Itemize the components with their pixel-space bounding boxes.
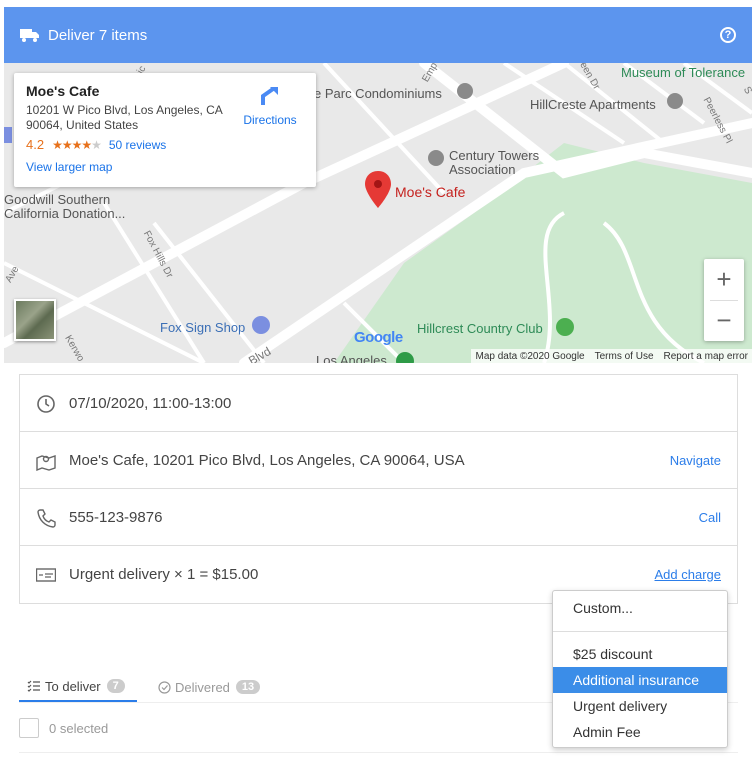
google-logo: Google [354, 329, 403, 346]
navigate-link[interactable]: Navigate [670, 453, 721, 468]
call-link[interactable]: Call [699, 510, 721, 525]
map-label-hillcreste: HillCreste Apartments [530, 97, 656, 112]
add-charge-link[interactable]: Add charge [655, 567, 722, 582]
header-bar: Deliver 7 items ? [4, 7, 752, 63]
zoom-controls: + − [704, 259, 744, 341]
map-label-fox-sign-shop: Fox Sign Shop [160, 320, 246, 335]
reviews-link[interactable]: 50 reviews [109, 138, 166, 152]
phone-text: 555-123-9876 [69, 508, 163, 526]
menu-item-25-discount[interactable]: $25 discount [553, 641, 727, 667]
menu-divider [553, 631, 727, 632]
map-label-museum: Museum of Tolerance [621, 65, 746, 80]
view-larger-map-link[interactable]: View larger map [26, 160, 304, 174]
map-label-moes-cafe: Moe's Cafe [395, 184, 466, 200]
select-all-checkbox[interactable] [19, 718, 39, 738]
map-data-text: Map data ©2020 Google [475, 350, 585, 362]
directions-button[interactable]: Directions [240, 85, 300, 127]
page-title: Deliver 7 items [48, 26, 148, 44]
map-label-century-1: Century Towers [449, 148, 540, 163]
datetime-text: 07/10/2020, 11:00-13:00 [69, 394, 232, 412]
map-pin-icon [36, 455, 56, 471]
help-circle-icon[interactable]: ? [720, 27, 736, 43]
menu-item-additional-insurance[interactable]: Additional insurance [553, 667, 727, 693]
check-icon [36, 568, 56, 582]
map-label-los-angeles: Los Angeles [316, 353, 387, 363]
delivery-details: 07/10/2020, 11:00-13:00 Moe's Cafe, 1020… [19, 374, 738, 604]
map[interactable]: Museum of Tolerance e Parc Condominiums … [4, 63, 752, 363]
page: Deliver 7 items ? Museum of Tolerance e … [0, 0, 756, 760]
clock-icon [37, 395, 55, 413]
add-charge-menu: Custom... $25 discount Additional insura… [552, 590, 728, 748]
list-divider [19, 752, 738, 753]
rating-row: 4.2 ★★★★★ 50 reviews [26, 137, 304, 152]
map-label-century-2: Association [449, 162, 516, 177]
charge-text: Urgent delivery × 1 = $15.00 [69, 566, 259, 583]
truck-icon [20, 29, 39, 42]
rating-stars: ★★★★★ [52, 137, 102, 152]
phone-row: 555-123-9876 Call [20, 489, 737, 546]
rating-value: 4.2 [26, 137, 45, 152]
check-circle-icon [158, 680, 171, 694]
selection-count: 0 selected [49, 720, 109, 736]
terms-link[interactable]: Terms of Use [595, 351, 654, 362]
place-address: 10201 W Pico Blvd, Los Angeles, CA 90064… [26, 103, 223, 132]
address-text: Moe's Cafe, 10201 Pico Blvd, Los Angeles… [69, 451, 465, 469]
menu-item-custom[interactable]: Custom... [553, 595, 727, 621]
stars-off: ★ [91, 137, 102, 152]
tab-to-deliver-label: To deliver [45, 678, 101, 694]
zoom-in-button[interactable]: + [704, 259, 744, 300]
address-row: Moe's Cafe, 10201 Pico Blvd, Los Angeles… [20, 432, 737, 489]
satellite-toggle[interactable] [14, 299, 56, 341]
datetime-row: 07/10/2020, 11:00-13:00 [20, 375, 737, 432]
phone-icon [37, 509, 56, 528]
map-label-hillcrest: Hillcrest Country Club [417, 321, 543, 336]
map-label-condos: e Parc Condominiums [314, 86, 442, 101]
tab-to-deliver-count: 7 [106, 679, 125, 693]
map-attribution: Map data ©2020 Google Terms of Use Repor… [471, 349, 752, 363]
checklist-icon [27, 680, 40, 692]
tab-to-deliver[interactable]: To deliver 7 [19, 672, 137, 702]
menu-item-admin-fee[interactable]: Admin Fee [553, 719, 727, 745]
tab-delivered-count: 13 [235, 680, 261, 694]
tab-delivered[interactable]: Delivered 13 [158, 672, 261, 702]
report-error-link[interactable]: Report a map error [664, 351, 748, 362]
directions-icon [261, 87, 278, 105]
zoom-divider [710, 300, 738, 301]
map-label-goodwill-2: California Donation... [4, 206, 126, 221]
menu-item-urgent-delivery[interactable]: Urgent delivery [553, 693, 727, 719]
directions-label: Directions [243, 113, 297, 127]
stars-on: ★★★★ [52, 137, 92, 152]
tab-delivered-label: Delivered [175, 679, 230, 695]
map-label-goodwill-1: Goodwill Southern [4, 192, 111, 207]
place-info-card: Moe's Cafe 10201 W Pico Blvd, Los Angele… [14, 73, 316, 187]
zoom-out-button[interactable]: − [704, 300, 744, 341]
selection-row: 0 selected [19, 718, 108, 738]
